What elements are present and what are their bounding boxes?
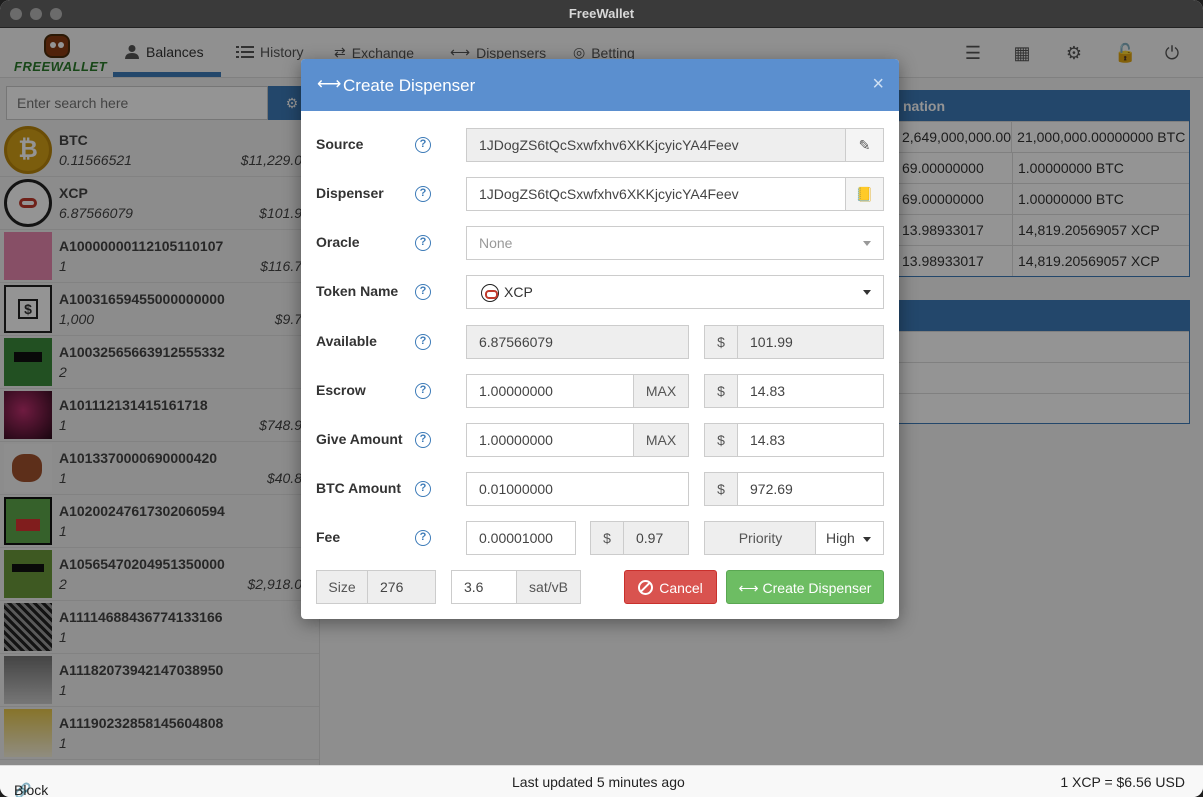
- escrow-usd-field[interactable]: 14.83: [737, 374, 884, 408]
- escrow-row: Escrow ? 1.00000000 MAX $ 14.83: [301, 374, 899, 408]
- oracle-row: Oracle ? None: [301, 226, 899, 260]
- xcp-price: 1 XCP = $6.56 USD: [1060, 774, 1185, 790]
- dispenser-row: Dispenser ? 1JDogZS6tQcSxwfxhv6XKKjcyicY…: [301, 177, 899, 211]
- available-label: Available: [316, 333, 377, 349]
- btc-amount-row: BTC Amount ? 0.01000000 $ 972.69: [301, 472, 899, 506]
- escrow-label: Escrow: [316, 382, 366, 398]
- fee-row: Fee ? 0.00001000 $ 0.97 Priority High: [301, 521, 899, 555]
- oracle-label: Oracle: [316, 234, 360, 250]
- arrows-h-icon: ⟷: [317, 74, 342, 93]
- fee-label: Fee: [316, 529, 341, 545]
- dispenser-label: Dispenser: [316, 185, 384, 201]
- help-icon[interactable]: ?: [415, 235, 431, 251]
- token-label: Token Name: [316, 283, 399, 299]
- currency-addon: $: [704, 374, 738, 408]
- xcp-logo-icon: [481, 284, 499, 302]
- source-field[interactable]: 1JDogZS6tQcSxwfxhv6XKKjcyicYA4Feev: [466, 128, 846, 162]
- close-icon[interactable]: ×: [872, 73, 884, 96]
- help-icon[interactable]: ?: [415, 481, 431, 497]
- dispenser-field[interactable]: 1JDogZS6tQcSxwfxhv6XKKjcyicYA4Feev: [466, 177, 846, 211]
- help-icon[interactable]: ?: [415, 530, 431, 546]
- ban-icon: [638, 580, 654, 595]
- currency-addon: $: [704, 325, 738, 359]
- chevron-down-icon: [863, 241, 871, 246]
- edit-icon: ✎: [858, 137, 871, 153]
- give-amount-label: Give Amount: [316, 431, 403, 447]
- dialog-title: Create Dispenser: [343, 76, 476, 95]
- help-icon[interactable]: ?: [415, 186, 431, 202]
- token-row: Token Name ? XCP: [301, 275, 899, 309]
- fee-rate-field[interactable]: 3.6: [451, 570, 517, 604]
- chevron-down-icon: [863, 537, 871, 542]
- give-usd-field[interactable]: 14.83: [737, 423, 884, 457]
- priority-dropdown[interactable]: High: [815, 521, 884, 555]
- address-book-icon: 📒: [855, 186, 874, 202]
- give-amount-field[interactable]: 1.00000000: [466, 423, 634, 457]
- dialog-footer: Size 276 3.6 sat/vB Cancel ⟷ Create Disp…: [301, 570, 899, 604]
- edit-source-button[interactable]: ✎: [845, 128, 884, 162]
- give-max-button[interactable]: MAX: [633, 423, 689, 457]
- last-updated: Last updated 5 minutes ago: [512, 774, 685, 790]
- token-select[interactable]: XCP: [466, 275, 884, 309]
- oracle-select[interactable]: None: [466, 226, 884, 260]
- available-row: Available ? 6.87566079 $ 101.99: [301, 325, 899, 359]
- available-usd-field[interactable]: 101.99: [737, 325, 884, 359]
- arrows-h-icon: ⟷: [738, 580, 759, 596]
- app-window: FreeWallet FREEWALLET Balances History ⇄…: [0, 0, 1203, 797]
- help-icon[interactable]: ?: [415, 137, 431, 153]
- btc-amount-label: BTC Amount: [316, 480, 402, 496]
- source-label: Source: [316, 136, 364, 152]
- btc-amount-field[interactable]: 0.01000000: [466, 472, 689, 506]
- status-bar: 🔗 Block 883,196 Last updated 5 minutes a…: [0, 765, 1203, 797]
- fee-field[interactable]: 0.00001000: [466, 521, 576, 555]
- currency-addon: $: [590, 521, 624, 555]
- help-icon[interactable]: ?: [415, 284, 431, 300]
- cancel-button[interactable]: Cancel: [624, 570, 717, 604]
- give-amount-row: Give Amount ? 1.00000000 MAX $ 14.83: [301, 423, 899, 457]
- priority-label: Priority: [704, 521, 817, 555]
- available-field[interactable]: 6.87566079: [466, 325, 689, 359]
- source-row: Source ? 1JDogZS6tQcSxwfxhv6XKKjcyicYA4F…: [301, 128, 899, 162]
- currency-addon: $: [704, 472, 738, 506]
- title-bar: FreeWallet: [0, 0, 1203, 28]
- escrow-field[interactable]: 1.00000000: [466, 374, 634, 408]
- create-dispenser-dialog: ⟷ Create Dispenser × Source ? 1JDogZS6tQ…: [301, 59, 899, 619]
- currency-addon: $: [704, 423, 738, 457]
- fee-usd-field[interactable]: 0.97: [623, 521, 689, 555]
- dialog-header: ⟷ Create Dispenser ×: [301, 59, 899, 111]
- window-title: FreeWallet: [568, 6, 635, 21]
- help-icon[interactable]: ?: [415, 383, 431, 399]
- create-dispenser-button[interactable]: ⟷ Create Dispenser: [726, 570, 884, 604]
- help-icon[interactable]: ?: [415, 432, 431, 448]
- size-label: Size: [316, 570, 368, 604]
- fee-rate-unit: sat/vB: [516, 570, 581, 604]
- btc-usd-field[interactable]: 972.69: [737, 472, 884, 506]
- chevron-down-icon: [863, 290, 871, 295]
- address-book-button[interactable]: 📒: [845, 177, 884, 211]
- help-icon[interactable]: ?: [415, 334, 431, 350]
- size-field[interactable]: 276: [367, 570, 436, 604]
- escrow-max-button[interactable]: MAX: [633, 374, 689, 408]
